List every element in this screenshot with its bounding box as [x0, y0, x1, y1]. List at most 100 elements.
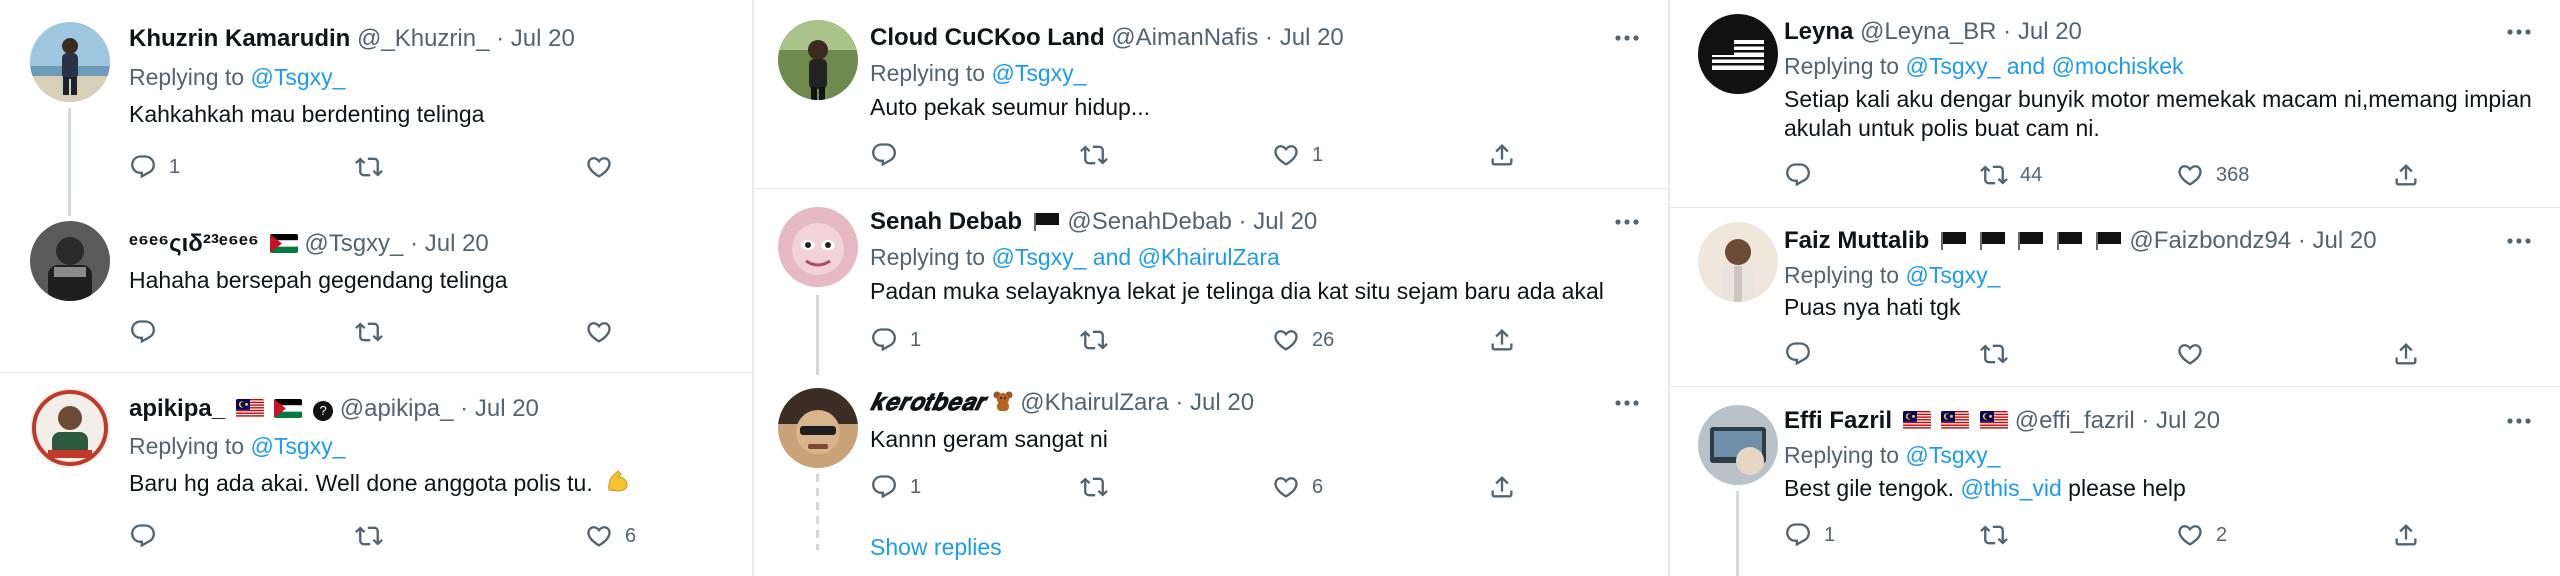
retweet-icon — [1980, 161, 2008, 189]
avatar[interactable] — [778, 388, 858, 468]
user-handle[interactable]: @AimanNafis — [1111, 24, 1258, 51]
mention-link[interactable]: @Tsgxy_ — [991, 244, 1086, 270]
mention-link[interactable]: @mochiskek — [2052, 53, 2184, 79]
mention-link[interactable]: @Tsgxy_ — [991, 60, 1086, 86]
share-button[interactable] — [2392, 339, 2420, 369]
retweet-button[interactable] — [1080, 472, 1108, 502]
display-name[interactable]: Cloud CuCKoo Land — [870, 24, 1105, 51]
reply-button[interactable] — [129, 317, 157, 347]
share-button[interactable] — [2392, 520, 2420, 550]
tweet-date[interactable]: Jul 20 — [2313, 227, 2377, 254]
like-button[interactable]: 6 — [1272, 472, 1323, 502]
like-button[interactable]: 1 — [1272, 140, 1323, 170]
user-handle[interactable]: @Tsgxy_ — [304, 230, 403, 257]
more-button[interactable] — [1612, 28, 1642, 48]
tweet[interactable]: apikipa_ ? @apikipa_ · Jul 20 Replying t… — [0, 373, 752, 576]
mention-link[interactable]: @Tsgxy_ — [1905, 442, 2000, 468]
avatar[interactable] — [1698, 222, 1778, 302]
retweet-button[interactable] — [1080, 140, 1108, 170]
like-button[interactable]: 26 — [1272, 325, 1334, 355]
tweet-date[interactable]: Jul 20 — [1253, 208, 1317, 235]
like-button[interactable] — [2176, 339, 2204, 369]
tweet-header: Leyna @Leyna_BR · Jul 20 — [1784, 17, 2082, 47]
display-name[interactable]: Effi Fazril — [1784, 407, 1892, 434]
tweet-date[interactable]: Jul 20 — [1280, 24, 1344, 51]
avatar[interactable] — [778, 20, 858, 100]
user-handle[interactable]: @_Khuzrin_ — [357, 25, 489, 52]
tweet[interactable]: ᵉ⁶ᵉ⁶ςιδ²³ᵉ⁶ᵉ⁶ @Tsgxy_ · Jul 20 Hahaha be… — [0, 215, 752, 370]
tweet[interactable]: Faiz Muttalib @Faizbondz94 · Jul 20 Repl… — [1670, 208, 2560, 386]
avatar[interactable] — [1698, 405, 1778, 485]
user-handle[interactable]: @apikipa_ — [340, 395, 454, 422]
retweet-button[interactable] — [355, 521, 383, 551]
display-name[interactable]: Khuzrin Kamarudin — [129, 25, 350, 52]
share-button[interactable] — [2392, 160, 2420, 190]
retweet-button[interactable] — [1080, 325, 1108, 355]
tweet-text-body: Baru hg ada akai. Well done anggota poli… — [129, 470, 593, 496]
more-icon — [1612, 393, 1642, 413]
mention-link[interactable]: @this_vid — [1960, 475, 2061, 501]
like-button[interactable]: 2 — [2176, 520, 2227, 550]
like-button[interactable] — [585, 152, 613, 182]
share-button[interactable] — [1488, 325, 1516, 355]
more-button[interactable] — [2504, 411, 2534, 431]
tweet[interactable]: Senah Debab @SenahDebab · Jul 20 Replyin… — [754, 189, 1668, 375]
mention-link[interactable]: @Tsgxy_ — [250, 433, 345, 459]
avatar[interactable] — [1698, 14, 1778, 94]
show-replies-link[interactable]: Show replies — [870, 534, 1002, 561]
reply-button[interactable] — [1784, 339, 1812, 369]
like-button[interactable]: 368 — [2176, 160, 2249, 190]
display-name[interactable]: ᵉ⁶ᵉ⁶ςιδ²³ᵉ⁶ᵉ⁶ — [129, 230, 259, 257]
reply-button[interactable]: 1 — [1784, 520, 1835, 550]
display-name[interactable]: Senah Debab — [870, 208, 1022, 235]
mention-link[interactable]: @Tsgxy_ — [1905, 262, 2000, 288]
tweet[interactable]: Cloud CuCKoo Land @AimanNafis · Jul 20 R… — [754, 0, 1668, 188]
more-button[interactable] — [1612, 212, 1642, 232]
more-button[interactable] — [2504, 231, 2534, 251]
tweet-date[interactable]: Jul 20 — [1190, 389, 1254, 416]
retweet-button[interactable] — [355, 152, 383, 182]
display-name[interactable]: Leyna — [1784, 18, 1853, 45]
reply-button[interactable] — [129, 521, 157, 551]
reply-button[interactable]: 1 — [870, 325, 921, 355]
reply-button[interactable]: 1 — [129, 152, 180, 182]
retweet-button[interactable]: 44 — [1980, 160, 2042, 190]
avatar[interactable] — [30, 22, 110, 102]
mention-link[interactable]: @Tsgxy_ — [250, 64, 345, 90]
share-button[interactable] — [1488, 472, 1516, 502]
tweet-date[interactable]: Jul 20 — [2018, 18, 2082, 45]
more-button[interactable] — [1612, 393, 1642, 413]
tweet[interactable]: Leyna @Leyna_BR · Jul 20 Replying to @Ts… — [1670, 0, 2560, 208]
avatar[interactable] — [30, 221, 110, 301]
like-button[interactable] — [585, 317, 613, 347]
user-handle[interactable]: @effi_fazril — [2015, 407, 2135, 434]
avatar[interactable] — [778, 207, 858, 287]
avatar[interactable] — [30, 388, 110, 468]
retweet-button[interactable] — [355, 317, 383, 347]
like-button[interactable]: 6 — [585, 521, 636, 551]
retweet-icon — [355, 318, 383, 346]
user-handle[interactable]: @Faizbondz94 — [2129, 227, 2291, 254]
user-handle[interactable]: @Leyna_BR — [1860, 18, 1996, 45]
share-button[interactable] — [1488, 140, 1516, 170]
reply-button[interactable]: 1 — [870, 472, 921, 502]
reply-button[interactable] — [1784, 160, 1812, 190]
display-name[interactable]: apikipa_ — [129, 395, 225, 422]
mention-link[interactable]: @Tsgxy_ — [1905, 53, 2000, 79]
tweet[interactable]: 𝒌𝒆𝒓𝒐𝒕𝒃𝒆𝒂𝒓 @KhairulZara · Jul 20 Kannn ge… — [754, 374, 1668, 576]
retweet-button[interactable] — [1980, 520, 2008, 550]
tweet-date[interactable]: Jul 20 — [425, 230, 489, 257]
retweet-button[interactable] — [1980, 339, 2008, 369]
reply-button[interactable] — [870, 140, 898, 170]
more-button[interactable] — [2504, 22, 2534, 42]
tweet[interactable]: Khuzrin Kamarudin @_Khuzrin_ · Jul 20 Re… — [0, 0, 752, 216]
tweet[interactable]: Effi Fazril @effi_fazril · Jul 20 Replyi… — [1670, 387, 2560, 576]
tweet-date[interactable]: Jul 20 — [511, 25, 575, 52]
mention-link[interactable]: @KhairulZara — [1138, 244, 1280, 270]
tweet-date[interactable]: Jul 20 — [475, 395, 539, 422]
display-name[interactable]: 𝒌𝒆𝒓𝒐𝒕𝒃𝒆𝒂𝒓 — [870, 389, 985, 416]
user-handle[interactable]: @KhairulZara — [1020, 389, 1168, 416]
tweet-date[interactable]: Jul 20 — [2156, 407, 2220, 434]
display-name[interactable]: Faiz Muttalib — [1784, 227, 1929, 254]
user-handle[interactable]: @SenahDebab — [1067, 208, 1231, 235]
